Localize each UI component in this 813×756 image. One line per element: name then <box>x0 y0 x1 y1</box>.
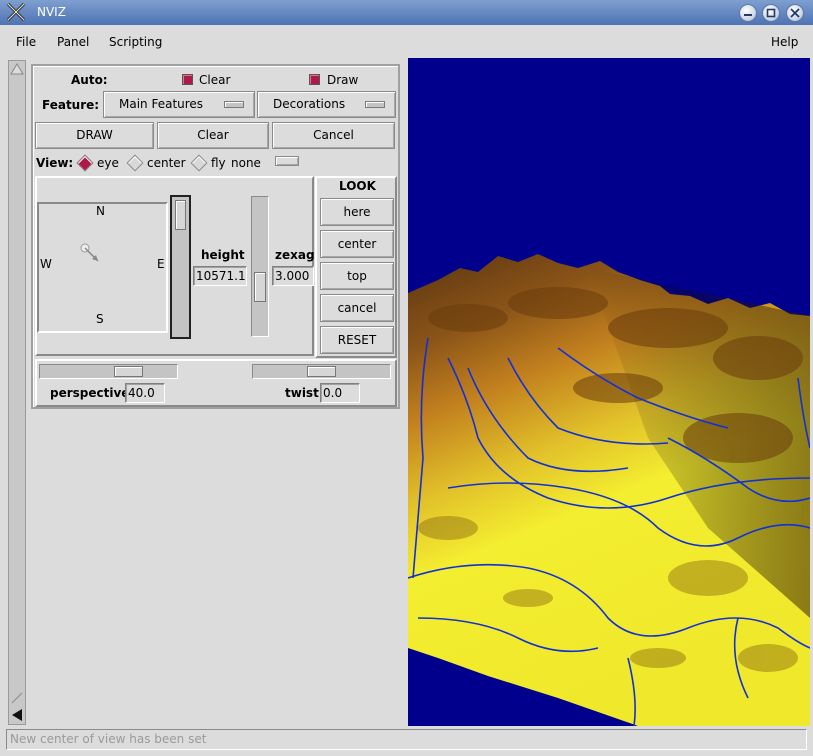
zexag-slider[interactable] <box>251 196 269 337</box>
feature-label: Feature: <box>42 98 100 112</box>
status-message: New center of view has been set <box>10 732 207 746</box>
menu-panel[interactable]: Panel <box>57 35 89 49</box>
option-menu-indicator-icon <box>224 101 244 108</box>
view-control-panel: Auto: Clear Draw Feature: Main Features … <box>31 64 400 409</box>
panel-scrollbar[interactable] <box>8 60 26 725</box>
cancel-button[interactable]: Cancel <box>272 122 395 149</box>
view-eye-label: eye <box>97 156 119 170</box>
scroll-up-icon[interactable] <box>10 62 24 76</box>
look-cancel-button[interactable]: cancel <box>320 294 394 322</box>
scroll-left-icon[interactable] <box>10 708 24 722</box>
perspective-slider-thumb[interactable] <box>114 366 143 377</box>
height-slider[interactable] <box>170 195 191 339</box>
title-bar[interactable]: NVIZ <box>0 0 813 25</box>
view-fly-radio[interactable] <box>190 154 208 172</box>
perspective-slider[interactable] <box>39 364 178 379</box>
minimize-icon <box>744 14 752 16</box>
x-app-icon <box>6 3 26 21</box>
minimize-button[interactable] <box>739 4 757 22</box>
draw-button[interactable]: DRAW <box>35 122 154 149</box>
menu-file[interactable]: File <box>16 35 36 49</box>
maximize-icon <box>766 8 776 18</box>
view-fly-label: fly <box>211 156 226 170</box>
terrain-surface <box>408 254 810 726</box>
render-canvas[interactable] <box>408 58 810 726</box>
option-menu-indicator-icon <box>365 101 385 108</box>
look-top-button[interactable]: top <box>320 262 394 290</box>
perspective-label: perspective <box>50 386 130 400</box>
view-label: View: <box>36 156 74 170</box>
main-features-menu[interactable]: Main Features <box>103 91 255 118</box>
close-icon <box>790 8 800 18</box>
auto-label: Auto: <box>71 73 108 87</box>
view-center-radio[interactable] <box>126 154 144 172</box>
menu-scripting[interactable]: Scripting <box>109 35 162 49</box>
compass-west: W <box>40 257 52 271</box>
look-reset-button[interactable]: RESET <box>320 326 394 354</box>
height-label: height <box>201 248 245 262</box>
twist-slider[interactable] <box>252 364 391 379</box>
compass-east: E <box>157 257 165 271</box>
height-field[interactable]: 10571.10 <box>193 266 247 286</box>
height-slider-thumb[interactable] <box>175 200 186 230</box>
view-center-label: center <box>147 156 186 170</box>
zexag-slider-thumb[interactable] <box>254 272 266 302</box>
twist-field[interactable]: 0.0 <box>320 383 360 403</box>
decorations-label: Decorations <box>273 97 346 111</box>
eye-direction-pointer-icon[interactable] <box>79 242 103 266</box>
menu-help[interactable]: Help <box>771 35 798 49</box>
window-title: NVIZ <box>37 5 66 19</box>
twist-label: twist <box>285 386 319 400</box>
eye-position-pad[interactable]: N E S W <box>37 202 168 333</box>
menu-bar: File Panel Scripting Help <box>0 25 813 58</box>
fly-mode-menu[interactable] <box>275 156 299 166</box>
auto-draw-checkbox[interactable] <box>309 74 320 85</box>
decorations-menu[interactable]: Decorations <box>257 91 396 118</box>
maximize-button[interactable] <box>762 4 780 22</box>
auto-clear-label: Clear <box>199 73 231 87</box>
clear-button[interactable]: Clear <box>157 122 269 149</box>
close-button[interactable] <box>786 4 804 22</box>
fly-mode-label: none <box>231 156 261 170</box>
perspective-field[interactable]: 40.0 <box>125 383 165 403</box>
compass-north: N <box>96 204 105 218</box>
compass-south: S <box>96 312 104 326</box>
status-bar: New center of view has been set <box>6 729 807 750</box>
zexag-field[interactable]: 3.000 <box>272 266 314 286</box>
look-center-button[interactable]: center <box>320 230 394 258</box>
look-label: LOOK <box>339 179 376 193</box>
twist-slider-thumb[interactable] <box>307 366 336 377</box>
auto-draw-label: Draw <box>327 73 359 87</box>
view-eye-radio[interactable] <box>76 154 94 172</box>
scroll-handle-icon[interactable] <box>10 691 24 705</box>
main-features-label: Main Features <box>119 97 204 111</box>
auto-clear-checkbox[interactable] <box>182 74 193 85</box>
look-here-button[interactable]: here <box>320 198 394 226</box>
zexag-label: zexag <box>275 248 315 262</box>
